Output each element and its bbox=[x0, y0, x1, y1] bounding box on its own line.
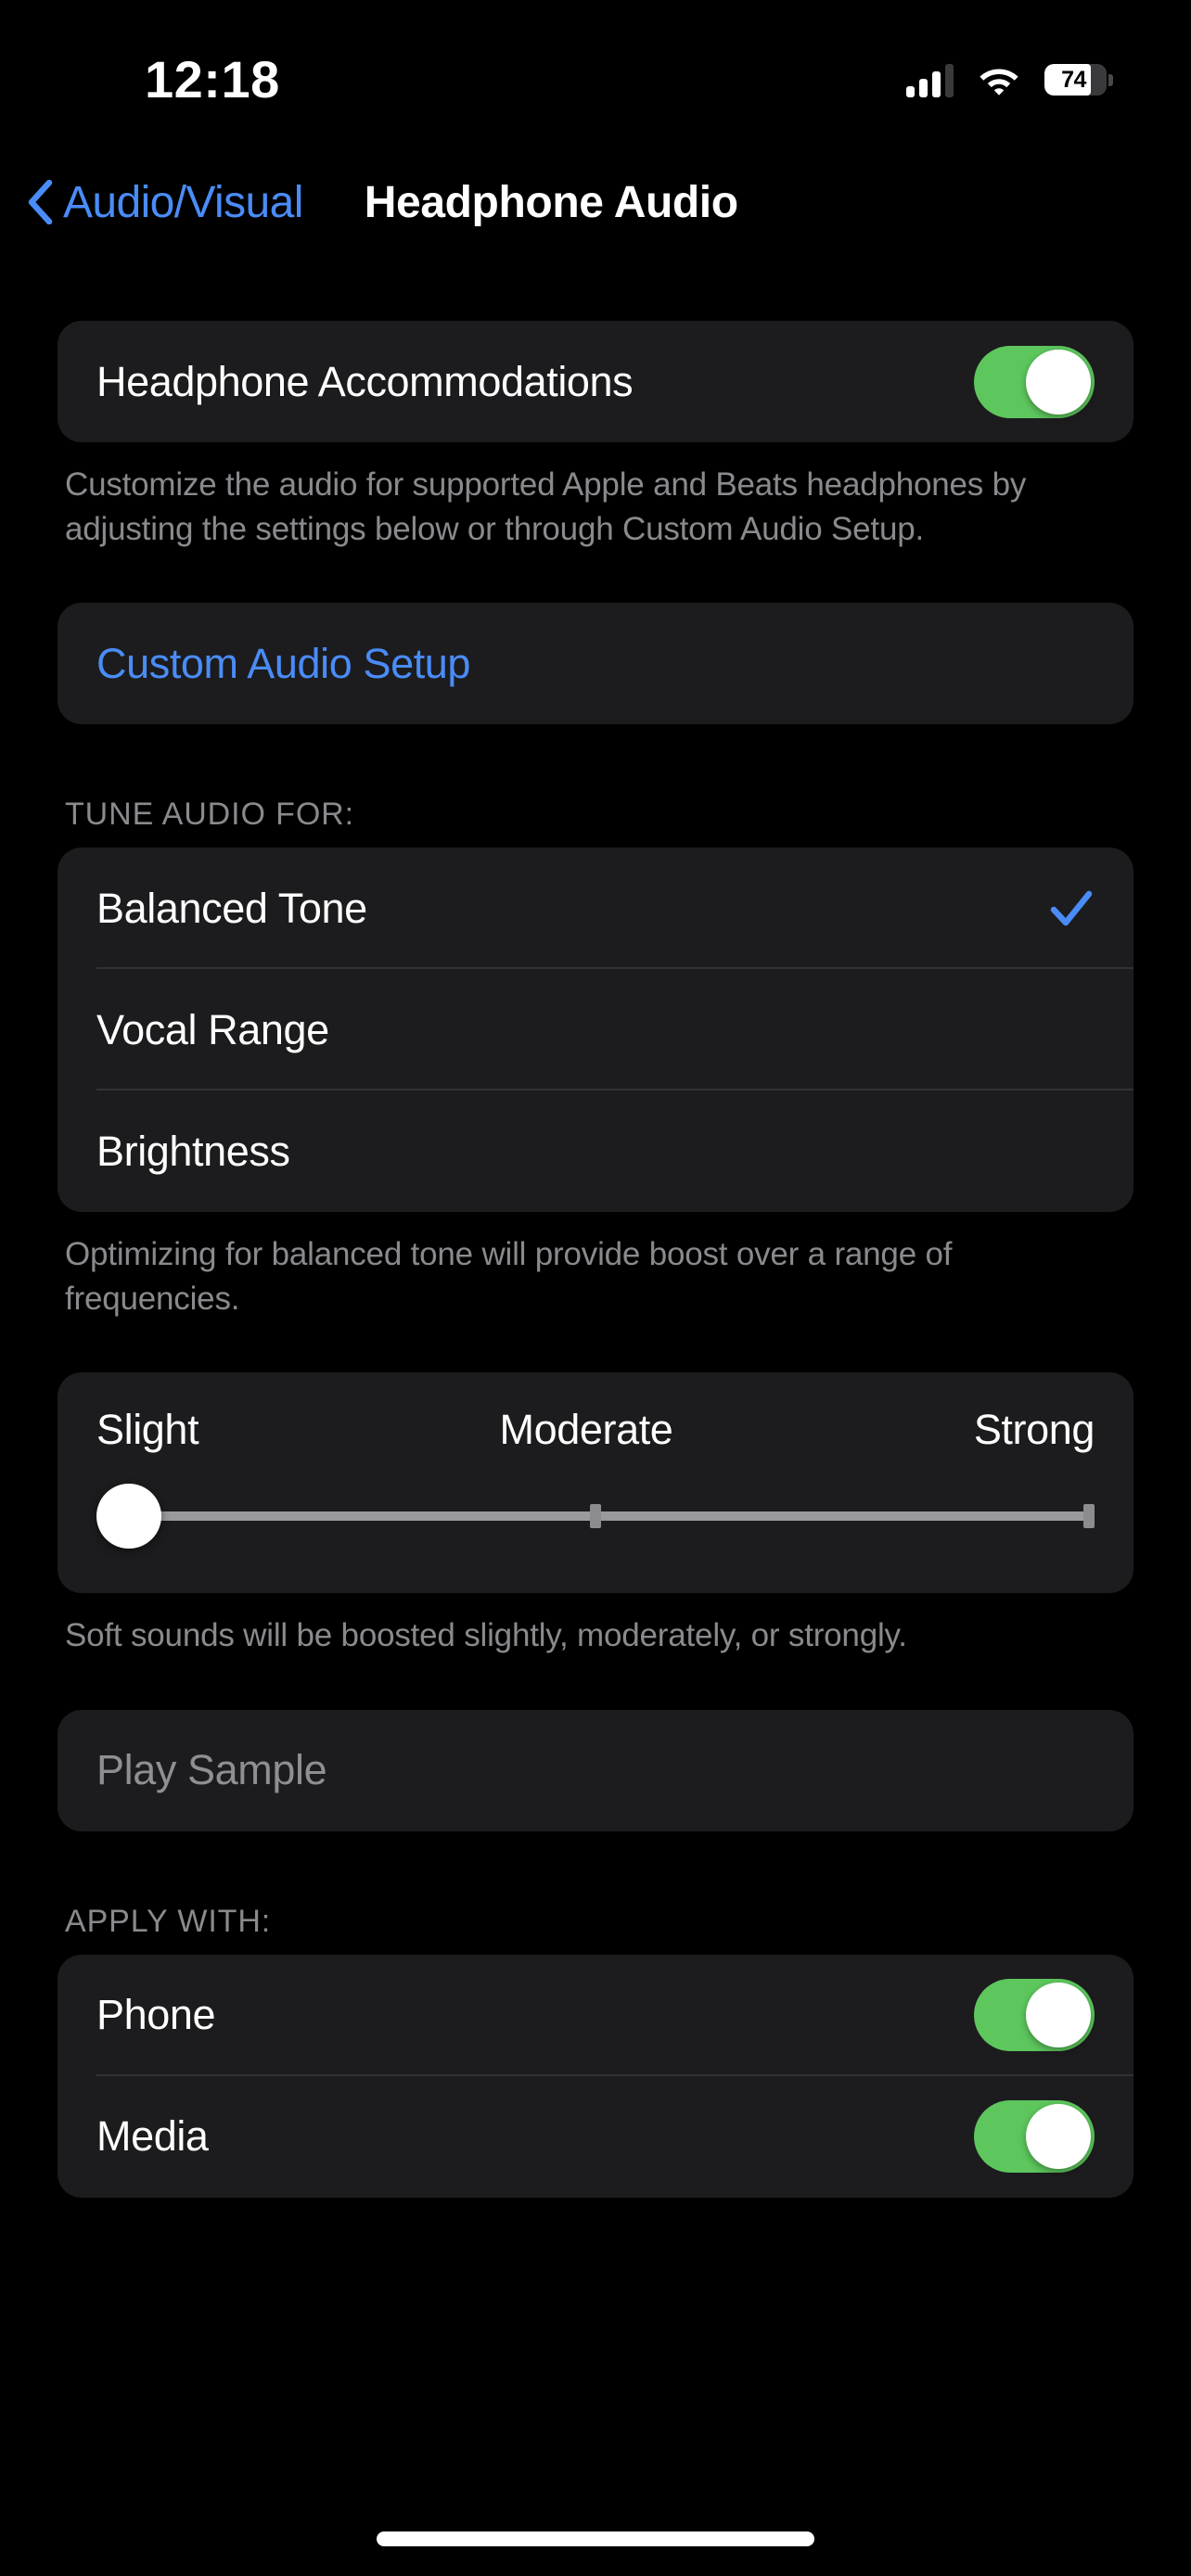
headphone-accommodations-label: Headphone Accommodations bbox=[96, 357, 634, 405]
toggle-knob bbox=[1026, 1983, 1091, 2048]
tune-audio-section-header: TUNE AUDIO FOR: bbox=[65, 797, 354, 833]
tune-audio-footer-text: Optimizing for balanced tone will provid… bbox=[65, 1236, 953, 1317]
apply-with-media-label: Media bbox=[96, 2112, 209, 2161]
apply-with-media-row[interactable]: Media bbox=[58, 2076, 1133, 2198]
accommodations-card: Headphone Accommodations bbox=[58, 321, 1133, 442]
chevron-left-icon bbox=[26, 179, 54, 225]
apply-with-phone-label: Phone bbox=[96, 1991, 216, 2039]
slider-knob[interactable] bbox=[96, 1484, 161, 1549]
accommodations-footer-text: Customize the audio for supported Apple … bbox=[65, 466, 1027, 547]
play-sample-label: Play Sample bbox=[96, 1746, 327, 1794]
settings-content: Headphone Accommodations Customize the a… bbox=[0, 249, 1191, 2198]
apply-with-phone-toggle[interactable] bbox=[974, 1979, 1095, 2052]
battery-cap bbox=[1108, 73, 1113, 86]
back-button-label: Audio/Visual bbox=[63, 177, 303, 227]
custom-audio-setup-row[interactable]: Custom Audio Setup bbox=[58, 603, 1133, 724]
back-button[interactable]: Audio/Visual bbox=[26, 177, 303, 228]
headphone-accommodations-row[interactable]: Headphone Accommodations bbox=[58, 321, 1133, 442]
apply-with-card: Phone Media bbox=[58, 1954, 1133, 2198]
battery-body: 74 bbox=[1044, 64, 1108, 96]
slider-label-moderate: Moderate bbox=[499, 1406, 673, 1454]
page-title: Headphone Audio bbox=[364, 177, 738, 227]
play-sample-card: Play Sample bbox=[58, 1709, 1133, 1831]
tune-option-label: Vocal Range bbox=[96, 1005, 329, 1053]
checkmark-icon bbox=[1048, 886, 1095, 932]
tune-option-balanced-tone[interactable]: Balanced Tone bbox=[58, 848, 1133, 970]
cellular-signal-icon bbox=[906, 62, 954, 97]
tune-option-label: Balanced Tone bbox=[96, 884, 367, 932]
strength-slider-card: Slight Moderate Strong bbox=[58, 1372, 1133, 1594]
battery-percent-label: 74 bbox=[1061, 66, 1086, 93]
slider-label-row: Slight Moderate Strong bbox=[96, 1406, 1095, 1454]
slider-label-slight: Slight bbox=[96, 1406, 199, 1454]
home-indicator[interactable] bbox=[377, 2531, 814, 2546]
tune-audio-card: Balanced Tone Vocal Range Brightness bbox=[58, 848, 1133, 1213]
apply-with-phone-row[interactable]: Phone bbox=[58, 1955, 1133, 2076]
slider-label-strong: Strong bbox=[973, 1406, 1095, 1454]
custom-audio-setup-card: Custom Audio Setup bbox=[58, 603, 1133, 725]
tune-option-vocal-range[interactable]: Vocal Range bbox=[58, 969, 1133, 1091]
status-bar-indicators: 74 bbox=[906, 62, 1113, 97]
toggle-knob bbox=[1026, 349, 1091, 414]
slider-footer-text: Soft sounds will be boosted slightly, mo… bbox=[65, 1617, 907, 1654]
toggle-knob bbox=[1026, 2104, 1091, 2170]
tune-option-label: Brightness bbox=[96, 1127, 290, 1175]
apply-with-section-header: APPLY WITH: bbox=[65, 1903, 272, 1939]
wifi-icon bbox=[978, 64, 1020, 96]
headphone-accommodations-toggle[interactable] bbox=[974, 345, 1095, 418]
play-sample-row[interactable]: Play Sample bbox=[58, 1710, 1133, 1831]
status-bar: 12:18 74 bbox=[0, 0, 1191, 139]
battery-icon: 74 bbox=[1044, 63, 1113, 97]
apply-with-media-toggle[interactable] bbox=[974, 2100, 1095, 2174]
slider-tick-strong bbox=[1083, 1504, 1095, 1529]
navigation-bar: Audio/Visual Headphone Audio bbox=[0, 156, 1191, 249]
tune-option-brightness[interactable]: Brightness bbox=[58, 1090, 1133, 1212]
status-bar-time: 12:18 bbox=[145, 49, 280, 108]
custom-audio-setup-label: Custom Audio Setup bbox=[96, 639, 471, 687]
slider-tick-moderate bbox=[590, 1504, 601, 1529]
iphone-screen: 12:18 74 Audio/Visual Headphone Audio He… bbox=[0, 0, 1191, 2576]
strength-slider[interactable] bbox=[96, 1484, 1095, 1549]
